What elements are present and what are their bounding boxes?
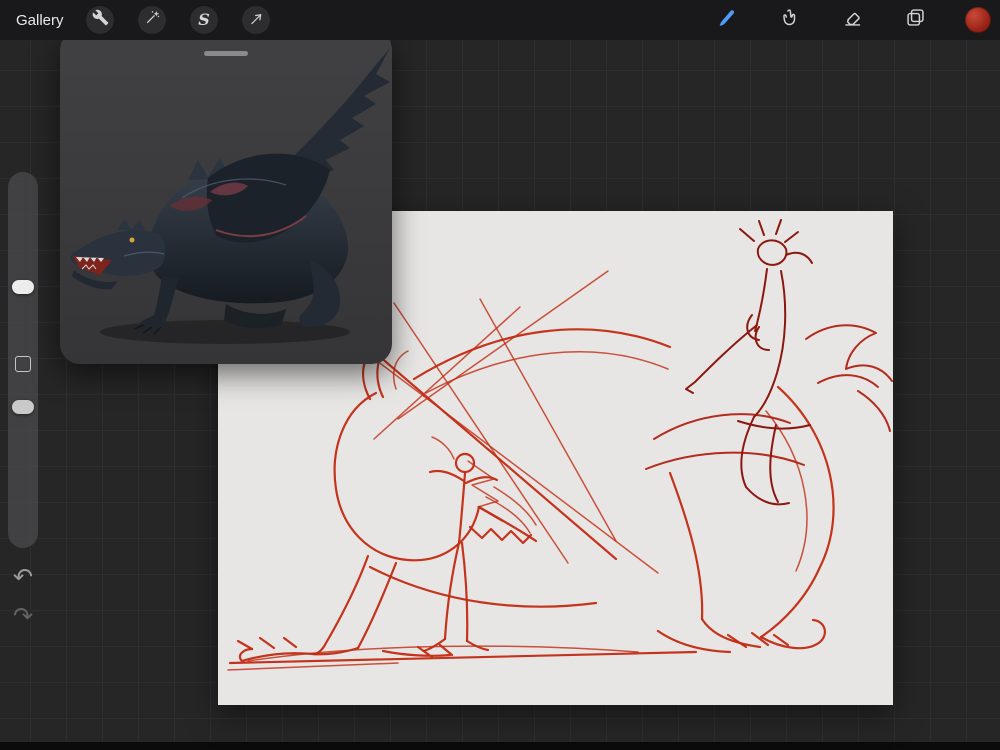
reference-panel[interactable] — [60, 30, 392, 364]
erase-tool-button[interactable] — [838, 6, 866, 34]
paintbrush-icon — [715, 7, 737, 34]
opacity-slider[interactable] — [12, 400, 34, 414]
modify-button[interactable] — [15, 356, 31, 372]
color-button[interactable] — [964, 6, 992, 34]
bottom-edge — [0, 742, 1000, 750]
smudge-finger-icon — [779, 7, 800, 33]
procreate-app: Gallery S ↶ ↷ — [0, 0, 1000, 750]
selection-button[interactable]: S — [190, 6, 218, 34]
reference-dragon-image — [60, 30, 392, 364]
selection-s-icon: S — [198, 10, 210, 29]
undo-button[interactable]: ↶ — [10, 564, 36, 590]
brush-sidebar — [8, 172, 38, 548]
top-toolbar: Gallery S — [0, 0, 1000, 40]
eraser-icon — [842, 7, 863, 33]
actions-button[interactable] — [86, 6, 114, 34]
gallery-button[interactable]: Gallery — [16, 12, 64, 29]
adjustments-button[interactable] — [138, 6, 166, 34]
transform-button[interactable] — [242, 6, 270, 34]
transform-arrow-icon — [248, 9, 265, 31]
layers-icon — [905, 7, 926, 33]
wrench-icon — [92, 9, 109, 31]
paint-tool-button[interactable] — [712, 6, 740, 34]
brush-size-slider[interactable] — [12, 280, 34, 294]
magic-wand-icon — [144, 9, 161, 31]
smudge-tool-button[interactable] — [775, 6, 803, 34]
color-swatch — [965, 7, 991, 33]
redo-button[interactable]: ↷ — [10, 603, 36, 629]
panel-drag-handle[interactable] — [204, 51, 248, 56]
layers-button[interactable] — [901, 6, 929, 34]
